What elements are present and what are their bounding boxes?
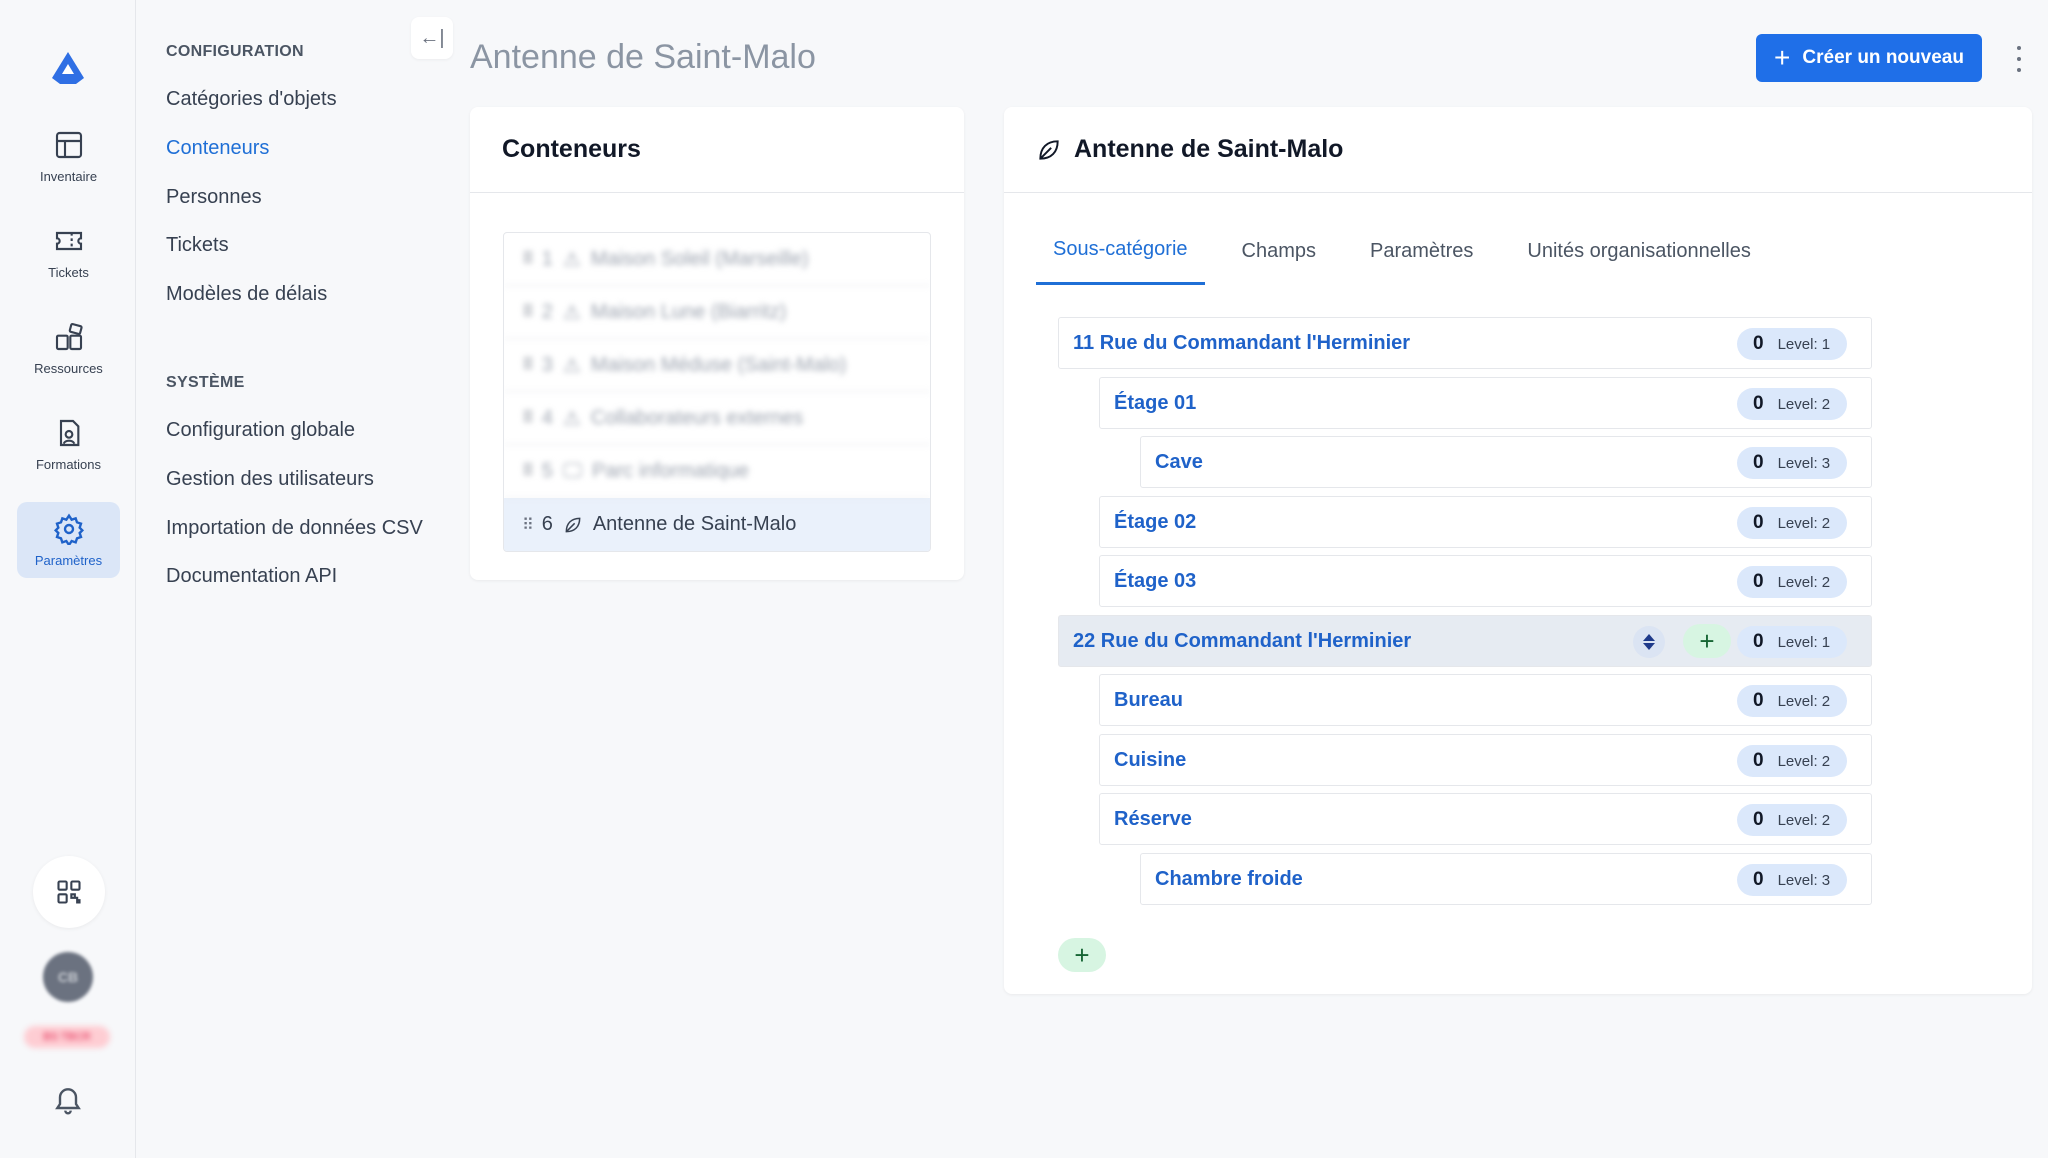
detail-card: Antenne de Saint-Malo Sous-catégorie Cha… xyxy=(1004,107,2032,994)
tree-row[interactable]: Étage 02 0 Level: 2 xyxy=(1099,496,1872,548)
level-badge: 0 Level: 3 xyxy=(1737,447,1847,479)
tab-unites-organisationnelles[interactable]: Unités organisationnelles xyxy=(1510,217,1767,285)
settings-nav: CONFIGURATION Catégories d'objets Conten… xyxy=(137,0,457,1158)
avatar[interactable]: CB xyxy=(43,952,93,1002)
leaf-icon xyxy=(1039,139,1059,160)
status-badge: BS TBCR xyxy=(24,1026,110,1048)
tab-sous-categorie[interactable]: Sous-catégorie xyxy=(1036,217,1205,285)
list-item[interactable]: ⠿ 2 ⚠ Maison Lune (Biarritz) xyxy=(504,286,930,339)
list-item[interactable]: ⠿ 3 ⚠ Maison Méduse (Saint-Malo) xyxy=(504,339,930,392)
level-badge: 0 Level: 2 xyxy=(1737,804,1847,836)
tree-row[interactable]: Cuisine 0 Level: 2 xyxy=(1099,734,1872,786)
rail-item-inventaire[interactable]: Inventaire xyxy=(17,118,120,194)
collapse-sidebar-button[interactable]: ←| xyxy=(411,17,453,59)
plus-icon: + xyxy=(1774,42,1791,73)
qr-scan-button[interactable] xyxy=(33,856,105,928)
ticket-icon xyxy=(55,231,82,250)
rail-item-ressources[interactable]: Ressources xyxy=(17,310,120,386)
drag-handle-icon[interactable]: ⠿ xyxy=(522,408,534,428)
nav-section-title: CONFIGURATION xyxy=(166,43,304,60)
list-item-selected[interactable]: ⠿ 6 Antenne de Saint-Malo xyxy=(504,498,930,551)
tree-row[interactable]: 11 Rue du Commandant l'Herminier 0 Level:… xyxy=(1058,317,1872,369)
collapse-icon: ←| xyxy=(419,26,445,49)
drag-handle-icon[interactable]: ⠿ xyxy=(522,515,534,535)
tree-row[interactable]: Étage 01 0 Level: 2 xyxy=(1099,377,1872,429)
tree-row[interactable]: Chambre froide 0 Level: 3 xyxy=(1140,853,1872,905)
tab-parametres[interactable]: Paramètres xyxy=(1353,217,1490,285)
list-item[interactable]: ⠿ 4 ⚠ Collaborateurs externes xyxy=(504,392,930,445)
nav-item-personnes[interactable]: Personnes xyxy=(166,186,262,209)
list-item[interactable]: ⠿ 5 🖵 Parc informatique xyxy=(504,445,930,498)
app-logo-icon[interactable] xyxy=(48,48,88,88)
nav-item-categories[interactable]: Catégories d'objets xyxy=(166,88,337,111)
drag-handle-icon[interactable]: ⠿ xyxy=(522,302,534,322)
containers-list: ⠿ 1 ⚠ Maison Soleil (Marseille) ⠿ 2 ⚠ Ma… xyxy=(503,232,931,552)
list-item[interactable]: ⠿ 1 ⚠ Maison Soleil (Marseille) xyxy=(504,233,930,286)
warning-icon: ⚠ xyxy=(562,248,581,271)
page-title: Antenne de Saint-Malo xyxy=(470,38,816,76)
tree-row[interactable]: Bureau 0 Level: 2 xyxy=(1099,674,1872,726)
sort-icon[interactable] xyxy=(1633,626,1665,658)
nav-item-config-globale[interactable]: Configuration globale xyxy=(166,419,355,442)
level-badge: 0 Level: 2 xyxy=(1737,745,1847,777)
level-badge: 0 Level: 1 xyxy=(1737,626,1847,658)
create-new-label: Créer un nouveau xyxy=(1802,47,1964,68)
nav-item-import-csv[interactable]: Importation de données CSV xyxy=(166,517,423,540)
containers-card-title: Conteneurs xyxy=(470,107,964,193)
drag-handle-icon[interactable]: ⠿ xyxy=(522,249,534,269)
nav-item-documentation-api[interactable]: Documentation API xyxy=(166,565,337,588)
warning-icon: ⚠ xyxy=(562,301,581,324)
rail-item-formations[interactable]: Formations xyxy=(17,406,120,482)
nav-item-gestion-utilisateurs[interactable]: Gestion des utilisateurs xyxy=(166,468,374,491)
add-root-button[interactable]: + xyxy=(1058,938,1106,972)
warning-icon: ⚠ xyxy=(562,354,581,377)
rail-item-parametres[interactable]: Paramètres xyxy=(17,502,120,578)
level-badge: 0 Level: 2 xyxy=(1737,685,1847,717)
nav-section-title: SYSTÈME xyxy=(166,374,245,391)
app-rail: Inventaire Tickets Ressources Formations… xyxy=(0,0,136,1158)
grid-icon xyxy=(55,131,82,158)
containers-card: Conteneurs ⠿ 1 ⚠ Maison Soleil (Marseill… xyxy=(470,107,964,580)
rail-item-label: Tickets xyxy=(48,264,89,280)
tree-row[interactable]: Étage 03 0 Level: 2 xyxy=(1099,555,1872,607)
drag-handle-icon[interactable]: ⠿ xyxy=(522,461,534,481)
level-badge: 0 Level: 2 xyxy=(1737,566,1847,598)
detail-tabs: Sous-catégorie Champs Paramètres Unités … xyxy=(1036,217,1788,285)
tree-row[interactable]: Réserve 0 Level: 2 xyxy=(1099,793,1872,845)
qr-code-icon xyxy=(57,880,81,904)
rail-item-label: Inventaire xyxy=(39,168,98,184)
document-person-icon xyxy=(59,419,79,446)
level-badge: 0 Level: 1 xyxy=(1737,328,1847,360)
monitor-icon: 🖵 xyxy=(562,459,583,482)
level-badge: 0 Level: 3 xyxy=(1737,864,1847,896)
level-badge: 0 Level: 2 xyxy=(1737,507,1847,539)
gear-icon xyxy=(53,513,84,545)
tab-champs[interactable]: Champs xyxy=(1225,217,1333,285)
detail-card-header: Antenne de Saint-Malo xyxy=(1004,107,2032,193)
tree-row[interactable]: Cave 0 Level: 3 xyxy=(1140,436,1872,488)
nav-item-tickets[interactable]: Tickets xyxy=(166,234,229,257)
nav-item-modeles-delais[interactable]: Modèles de délais xyxy=(166,283,327,306)
more-options-icon[interactable] xyxy=(2010,42,2028,76)
warning-icon: ⚠ xyxy=(562,407,581,430)
detail-title: Antenne de Saint-Malo xyxy=(1074,135,1344,163)
level-badge: 0 Level: 2 xyxy=(1737,388,1847,420)
rail-item-tickets[interactable]: Tickets xyxy=(17,214,120,290)
rail-item-label: Ressources xyxy=(34,360,103,376)
leaf-icon xyxy=(565,517,581,532)
create-new-button[interactable]: + Créer un nouveau xyxy=(1756,34,1982,82)
rail-item-label: Paramètres xyxy=(34,552,103,568)
resources-icon xyxy=(55,322,83,350)
add-child-button[interactable]: + xyxy=(1683,624,1731,658)
bell-icon[interactable] xyxy=(52,1084,84,1116)
nav-item-conteneurs[interactable]: Conteneurs xyxy=(166,137,269,160)
rail-item-label: Formations xyxy=(35,456,102,472)
drag-handle-icon[interactable]: ⠿ xyxy=(522,355,534,375)
tree-row-hovered[interactable]: 22 Rue du Commandant l'Herminier + 0 Leve… xyxy=(1058,615,1872,667)
